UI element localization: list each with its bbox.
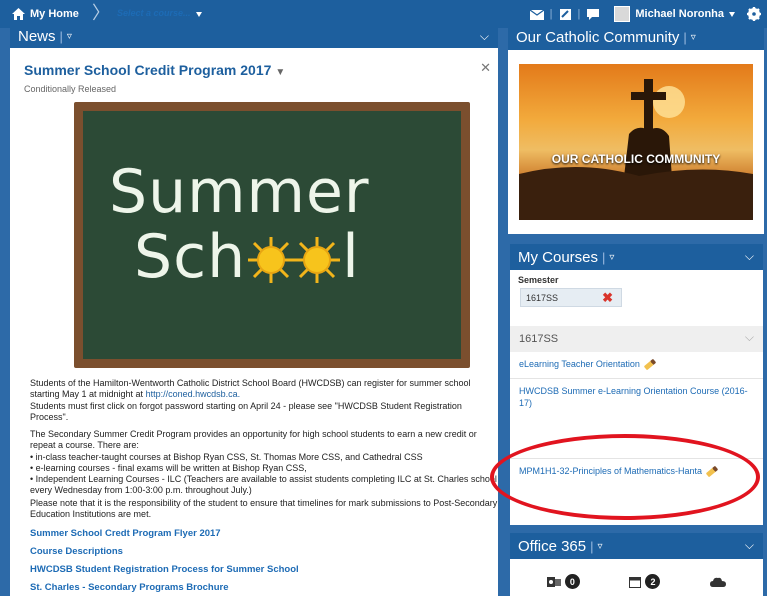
office365-header: Office 365 | ▿ ⌵ [510,533,763,559]
community-header: Our Catholic Community | ▿ [508,24,764,50]
coned-link[interactable]: http://coned.hwcdsb.ca. [146,389,241,399]
sun-icon [294,237,340,283]
mail-icon[interactable] [529,8,544,20]
course-link[interactable]: MPM1H1-32-Principles of Mathematics-Hant… [519,465,755,478]
office365-title: Office 365 [518,537,587,555]
semester-group-header[interactable]: 1617SS ⌵ [510,326,763,352]
my-courses-header: My Courses | ▿ ⌵ [510,244,763,270]
community-title: Our Catholic Community [516,28,680,46]
release-status: Conditionally Released [24,84,117,94]
avatar [614,6,631,22]
calendar-count-badge: 2 [645,574,661,589]
course-selector-label: Select a course... [117,8,191,19]
home-icon [12,8,25,20]
chevron-down-icon: ⌵ [744,330,754,344]
my-courses-title: My Courses [518,248,599,266]
bullet-item: • e-learning courses - final exams will … [30,462,307,473]
user-menu[interactable]: Michael Noronha [614,6,735,22]
outlook-mail-button[interactable]: 0 [546,574,580,589]
onedrive-button[interactable] [710,577,727,587]
chevron-down-icon [729,11,735,17]
calendar-icon [629,576,642,588]
menu-caret-icon[interactable]: ▿ [67,31,72,42]
chat-icon[interactable] [586,8,600,21]
remove-filter-icon[interactable]: ✖ [602,290,613,306]
separator: | [549,8,553,20]
semester-label: Semester [518,275,559,285]
board-text-line1: Summer [109,157,370,227]
cloud-icon [710,577,727,587]
update-icon[interactable] [559,8,572,21]
collapse-icon[interactable]: ⌵ [480,29,489,44]
course-descriptions-link[interactable]: Course Descriptions [30,546,123,557]
st-charles-brochure-link[interactable]: St. Charles - Secondary Programs Brochur… [30,582,229,593]
gear-icon[interactable] [747,7,761,21]
article-paragraph-3: Please note that it is the responsibilit… [30,498,498,520]
collapse-icon[interactable]: ⌵ [745,538,754,553]
separator: | [577,8,581,20]
chevron-down-icon: ▼ [275,67,286,78]
article-paragraph-2: The Secondary Summer Credit Program prov… [30,429,497,496]
bullet-item: • Independent Learning Courses - ILC (Te… [30,474,497,496]
course-link[interactable]: HWCDSB Summer e-Learning Orientation Cou… [519,386,755,409]
course-link[interactable]: eLearning Teacher Orientation [519,358,755,371]
flyer-link[interactable]: Summer School Credt Program Flyer 2017 [30,528,221,539]
community-image-text: OUR CATHOLIC COMMUNITY [551,152,721,166]
close-icon[interactable]: ✕ [480,60,491,76]
community-widget: Our Catholic Community | ▿ OUR CATHOLIC … [508,24,764,234]
menu-caret-icon[interactable]: ▿ [609,252,614,263]
registration-process-link[interactable]: HWCDSB Student Registration Process for … [30,564,299,575]
news-widget: News | ▿ ⌵ Summer School Credit Program … [10,24,498,596]
outlook-icon [546,576,561,587]
menu-caret-icon[interactable]: ▿ [691,32,696,43]
cross-silhouette-icon [519,79,753,220]
news-header: News | ▿ ⌵ [10,24,498,48]
summer-school-image: Summer Sch l [74,102,470,368]
office365-widget: Office 365 | ▿ ⌵ 0 2 [510,533,763,596]
my-courses-widget: My Courses | ▿ ⌵ Semester 1617SS ✖ 1617S… [510,244,763,525]
collapse-icon[interactable]: ⌵ [745,249,754,264]
chevron-down-icon [195,11,202,17]
bullet-item: • in-class teacher-taught courses at Bis… [30,451,423,462]
semester-value: 1617SS [526,293,559,303]
sun-icon [248,237,294,283]
user-name: Michael Noronha [635,8,724,20]
breadcrumb-chevron-icon: 〉 [92,3,110,23]
semester-filter-chip: 1617SS ✖ [520,288,622,307]
calendar-button[interactable]: 2 [629,574,661,589]
news-title: News [18,27,56,45]
menu-caret-icon[interactable]: ▿ [598,541,603,552]
community-image[interactable]: OUR CATHOLIC COMMUNITY [519,64,753,220]
article-paragraph-1: Students of the Hamilton-Wentworth Catho… [30,378,471,422]
my-home-label: My Home [30,8,79,20]
pencil-icon [643,358,657,371]
mail-count-badge: 0 [564,574,580,589]
article-title[interactable]: Summer School Credit Program 2017 ▼ [24,62,486,78]
pencil-icon [705,465,719,478]
